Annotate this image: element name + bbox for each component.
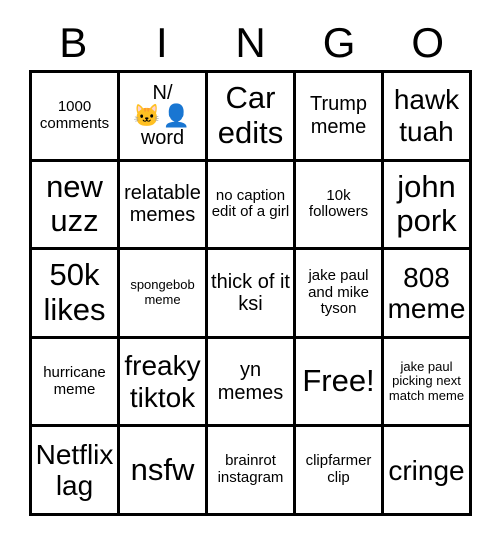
bingo-cell[interactable]: cringe <box>384 427 472 516</box>
bingo-cell-label: thick of it ksi <box>211 270 290 315</box>
bingo-header-letter-i: I <box>156 19 168 66</box>
bingo-cell[interactable]: clipfarmer clip <box>296 427 384 516</box>
bingo-cell[interactable]: spongebob meme <box>120 250 208 339</box>
bingo-cell[interactable]: N/🐱👤 word <box>120 73 208 162</box>
bingo-cell-label: Trump meme <box>309 93 368 138</box>
bingo-cell[interactable]: jake paul and mike tyson <box>296 250 384 339</box>
bingo-cell[interactable]: Trump meme <box>296 73 384 162</box>
bingo-cell[interactable]: Netflix lag <box>32 427 120 516</box>
bingo-header-letter-g: G <box>322 19 356 66</box>
bingo-cell-label: cringe <box>388 454 465 486</box>
bingo-cell-label: brainrot instagram <box>217 452 284 487</box>
bingo-cell-label: Netflix lag <box>35 438 114 502</box>
bingo-cell-content: N/🐱👤 word <box>123 81 202 149</box>
bingo-cell-label: clipfarmer clip <box>305 452 372 487</box>
bingo-header-letter-b: B <box>59 19 88 66</box>
bingo-cell-label: new uzz <box>46 168 103 239</box>
bingo-cell-label: john pork <box>396 168 457 239</box>
bingo-cell[interactable]: brainrot instagram <box>208 427 296 516</box>
bingo-cell[interactable]: new uzz <box>32 161 120 251</box>
bingo-cell[interactable]: nsfw <box>120 427 208 516</box>
bingo-cell[interactable]: hawk tuah <box>384 73 472 162</box>
bingo-cell-label: jake paul and mike tyson <box>308 266 369 318</box>
bingo-cell[interactable]: no caption edit of a girl <box>208 161 296 251</box>
bingo-cell-label: 10k followers <box>308 186 369 221</box>
bingo-cell-label: no caption edit of a girl <box>211 186 290 221</box>
bingo-cell[interactable]: freaky tiktok <box>120 338 208 428</box>
bingo-cell-label: yn memes <box>217 359 284 404</box>
bingo-cell-label: 1000 comments <box>39 98 110 132</box>
bingo-cell-label: hawk tuah <box>393 84 460 147</box>
bingo-cell-label: Free! <box>302 363 375 399</box>
bingo-header-letter-n: N <box>235 19 266 66</box>
bingo-cell[interactable]: john pork <box>384 161 472 251</box>
bingo-cell-free-space[interactable]: Free! <box>296 338 384 428</box>
bingo-header-row: B I N G O <box>29 18 472 68</box>
bingo-cell[interactable]: 50k likes <box>32 250 120 339</box>
bingo-cell[interactable]: yn memes <box>208 338 296 428</box>
bingo-cell[interactable]: 1000 comments <box>32 73 120 162</box>
bingo-card: B I N G O 1000 comments N/🐱👤 word Car edits… <box>0 0 501 544</box>
bingo-cell[interactable]: relatable memes <box>120 161 208 251</box>
bingo-cell-label: 50k likes <box>43 257 106 327</box>
bingo-cell-label: Car edits <box>217 80 284 150</box>
bingo-cell-label: jake paul picking next match meme <box>388 358 465 403</box>
bingo-cell[interactable]: thick of it ksi <box>208 250 296 339</box>
bingo-cell-label: freaky tiktok <box>124 350 201 413</box>
bingo-cell[interactable]: 808 meme <box>384 250 472 339</box>
bingo-cell[interactable]: 10k followers <box>296 161 384 251</box>
cat-face-and-bust-silhouette-icon: 🐱👤 <box>133 102 192 128</box>
bingo-cell-label: relatable memes <box>124 182 201 227</box>
bingo-cell-label: nsfw <box>130 451 195 487</box>
bingo-cell[interactable]: Car edits <box>208 73 296 162</box>
bingo-grid: 1000 comments N/🐱👤 word Car edits Trump meme… <box>29 70 472 516</box>
bingo-cell[interactable]: jake paul picking next match meme <box>384 338 472 428</box>
bingo-cell-label: N/ <box>152 81 173 104</box>
bingo-cell-label: spongebob meme <box>130 277 195 307</box>
bingo-cell-label: 808 meme <box>387 261 466 324</box>
bingo-cell[interactable]: hurricane meme <box>32 338 120 428</box>
bingo-cell-label: hurricane meme <box>43 363 106 398</box>
bingo-cell-label-secondary: word <box>140 126 185 149</box>
bingo-header-letter-o: O <box>411 19 444 66</box>
